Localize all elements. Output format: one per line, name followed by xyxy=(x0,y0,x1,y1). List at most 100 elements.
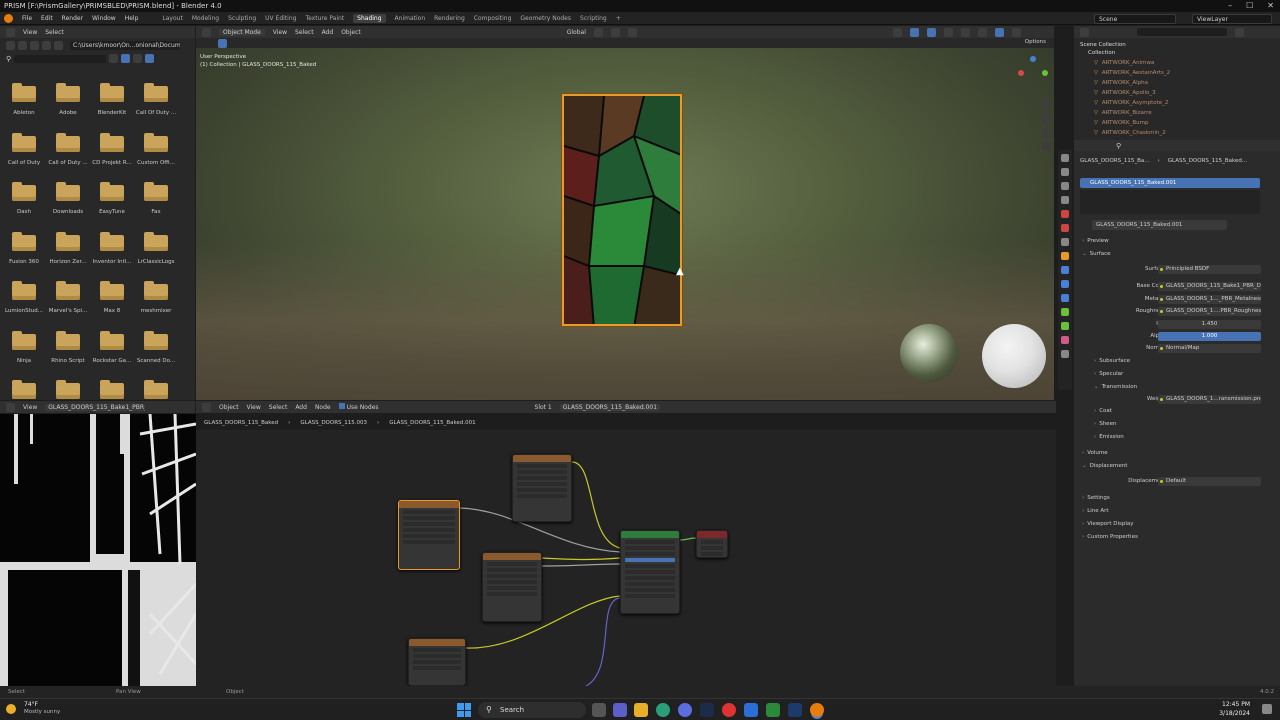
viewport-menu-view[interactable]: View xyxy=(273,29,287,36)
shading-rendered-icon[interactable] xyxy=(1011,27,1021,37)
material-output-node[interactable] xyxy=(696,530,728,558)
select-box-icon[interactable] xyxy=(218,39,227,48)
breadcrumb-mesh[interactable]: GLASS_DOORS_115.003 xyxy=(300,420,367,426)
search-icon[interactable]: ⚲ xyxy=(6,55,11,63)
image-texture-node-basecolor[interactable] xyxy=(398,500,460,570)
outlook-icon[interactable] xyxy=(744,703,758,717)
object-tab-icon[interactable] xyxy=(1061,252,1069,260)
task-view-icon[interactable] xyxy=(592,703,606,717)
folder-item[interactable]: LrClassicLogs xyxy=(137,231,175,275)
folder-item[interactable]: LumionStud... xyxy=(5,281,43,324)
render-tab-icon[interactable] xyxy=(1061,168,1069,176)
weather-desc[interactable]: Mostly sunny xyxy=(24,709,60,715)
axis-z-icon[interactable] xyxy=(1030,56,1036,62)
property-value[interactable]: 1.000 xyxy=(1158,332,1261,341)
folder-item[interactable]: Ninja xyxy=(10,330,38,374)
section-subsurface[interactable]: Subsurface xyxy=(1094,356,1130,366)
folder-item[interactable]: Scanned Do... xyxy=(137,330,175,374)
folder-item[interactable]: Adobe xyxy=(54,83,82,126)
lightroom-icon[interactable] xyxy=(700,703,714,717)
visibility-icon[interactable] xyxy=(892,27,902,37)
tab-modeling[interactable]: Modeling xyxy=(192,15,219,22)
3d-viewport[interactable]: User Perspective (1) Collection | GLASS_… xyxy=(196,48,1054,400)
context-material[interactable]: GLASS_DOORS_115_Baked... xyxy=(1168,158,1247,164)
tab-compositing[interactable]: Compositing xyxy=(474,15,512,22)
file-menu-view[interactable]: View xyxy=(23,29,37,36)
folder-item[interactable]: Fax xyxy=(142,182,170,225)
outliner-item[interactable]: ARTWORK_AestainArts_2 xyxy=(1094,68,1170,78)
menu-file[interactable]: File xyxy=(22,15,32,22)
taskbar-search-box[interactable]: ⚲ Search xyxy=(478,702,586,718)
glass-door-object[interactable] xyxy=(562,94,682,326)
menu-window[interactable]: Window xyxy=(92,15,116,22)
tab-sculpting[interactable]: Sculpting xyxy=(228,15,256,22)
output-tab-icon[interactable] xyxy=(1061,182,1069,190)
outliner-item[interactable]: ARTWORK_Animwa xyxy=(1094,58,1155,68)
folder-item[interactable]: meshmixer xyxy=(141,281,171,324)
folder-item[interactable]: EasyTune xyxy=(98,182,126,225)
back-icon[interactable] xyxy=(6,41,15,50)
material-slot-item[interactable]: GLASS_DOORS_115_Baked.001 xyxy=(1080,178,1260,188)
weather-temp[interactable]: 74°F xyxy=(24,701,38,708)
folder-item[interactable]: BlenderKit xyxy=(98,83,126,126)
physics-tab-icon[interactable] xyxy=(1061,294,1069,302)
shading-solid-icon[interactable] xyxy=(977,27,987,37)
node-menu-view[interactable]: View xyxy=(247,404,261,411)
material-dropdown[interactable]: GLASS_DOORS_115_Baked.001 xyxy=(559,403,661,411)
breadcrumb-object[interactable]: GLASS_DOORS_115_Baked xyxy=(204,420,278,426)
editor-type-icon[interactable] xyxy=(202,402,211,412)
node-object-dropdown[interactable]: Object xyxy=(219,404,239,411)
outliner-scene-collection[interactable]: Scene Collection xyxy=(1080,42,1126,48)
tab-shading[interactable]: Shading xyxy=(353,13,386,23)
xray-icon[interactable] xyxy=(943,27,953,37)
image-name-field[interactable]: GLASS_DOORS_115_Bake1_PBR_Roug xyxy=(45,403,146,411)
section-emission[interactable]: Emission xyxy=(1094,432,1123,442)
transform-orientation-dropdown[interactable]: Global xyxy=(567,29,586,36)
section-displacement[interactable]: Displacement xyxy=(1082,461,1128,471)
viewport-menu-select[interactable]: Select xyxy=(295,29,314,36)
folder-item[interactable]: Call of Duty xyxy=(8,132,40,176)
outliner-search-input[interactable] xyxy=(1137,28,1227,36)
image-editor-canvas[interactable] xyxy=(0,414,196,686)
folder-item[interactable]: Marvel's Spi... xyxy=(49,281,87,324)
editor-type-icon[interactable] xyxy=(1080,27,1089,37)
pivot-icon[interactable] xyxy=(593,27,603,37)
teams-icon[interactable] xyxy=(613,703,627,717)
section-viewport-display[interactable]: Viewport Display xyxy=(1082,519,1133,529)
chrome-icon[interactable] xyxy=(722,703,736,717)
menu-help[interactable]: Help xyxy=(125,15,139,22)
outliner-item[interactable]: ARTWORK_Chaskmin_2 xyxy=(1094,128,1166,138)
refresh-icon[interactable] xyxy=(42,41,51,50)
breadcrumb-material[interactable]: GLASS_DOORS_115_Baked.001 xyxy=(389,420,475,426)
property-value[interactable]: 1.450 xyxy=(1158,320,1261,329)
image-texture-node-metallic[interactable] xyxy=(512,454,572,522)
folder-item[interactable]: Rhino Script xyxy=(51,330,85,374)
parent-dir-icon[interactable] xyxy=(30,41,39,50)
new-folder-icon[interactable] xyxy=(54,41,63,50)
editor-type-icon[interactable] xyxy=(6,402,15,412)
section-preview[interactable]: Preview xyxy=(1082,236,1108,246)
property-value[interactable]: GLASS_DOORS_1....PBR_Roughness xyxy=(1158,307,1261,316)
scene-selector[interactable]: Scene xyxy=(1094,14,1176,24)
forward-icon[interactable] xyxy=(18,41,27,50)
filter-icon[interactable] xyxy=(145,54,155,63)
outliner-item[interactable]: ARTWORK_Apollo_3 xyxy=(1094,88,1156,98)
blender-logo-icon[interactable] xyxy=(4,13,13,23)
section-specular[interactable]: Specular xyxy=(1094,369,1123,379)
options-dropdown[interactable]: Options xyxy=(1025,39,1046,45)
image-texture-node-roughness[interactable] xyxy=(482,552,542,622)
axis-y-icon[interactable] xyxy=(1042,70,1048,76)
material-tab-icon[interactable] xyxy=(1061,336,1069,344)
proportional-edit-icon[interactable] xyxy=(627,27,637,37)
tab-layout[interactable]: Layout xyxy=(162,15,182,22)
notification-icon[interactable] xyxy=(1262,704,1272,714)
folder-item[interactable]: Inventor Intl... xyxy=(93,231,131,275)
clock-date[interactable]: 3/18/2024 xyxy=(1219,710,1250,717)
property-value[interactable]: GLASS_DOORS_1..._PBR_Metalness xyxy=(1158,295,1261,304)
tab-geometry-nodes[interactable]: Geometry Nodes xyxy=(520,15,571,22)
snap-icon[interactable] xyxy=(610,27,620,37)
viewport-menu-object[interactable]: Object xyxy=(341,29,361,36)
zoom-icon[interactable] xyxy=(1042,100,1051,109)
view-layer-tab-icon[interactable] xyxy=(1061,196,1069,204)
section-coat[interactable]: Coat xyxy=(1094,406,1112,416)
